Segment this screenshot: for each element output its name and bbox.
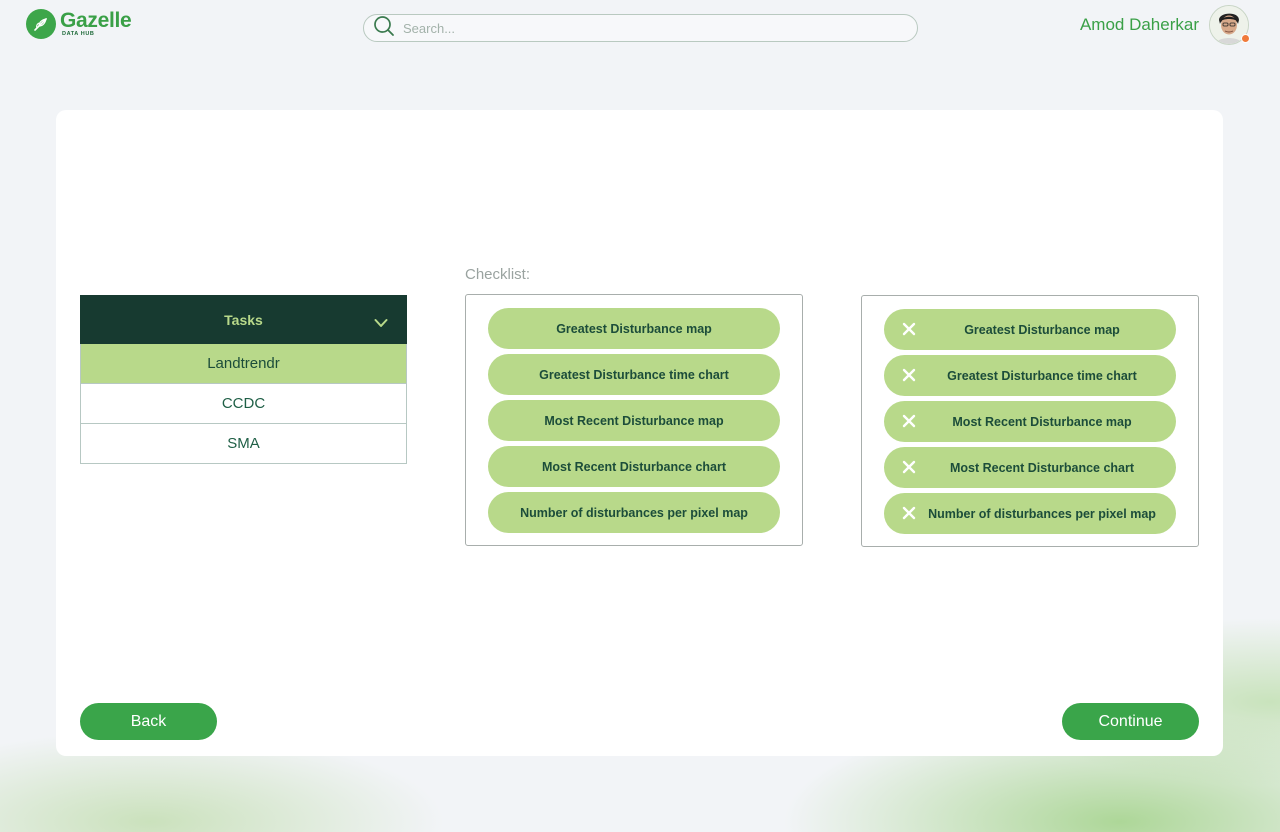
checklist-option[interactable]: Most Recent Disturbance map	[488, 400, 780, 441]
gazelle-leaf-icon	[26, 9, 56, 39]
selected-item-label: Greatest Disturbance time chart	[947, 368, 1137, 383]
tasks-header[interactable]: Tasks	[80, 295, 407, 344]
selected-item: Greatest Disturbance map	[884, 309, 1176, 350]
top-bar: Gazelle DATA HUB Amod Daherkar	[0, 0, 1280, 56]
tasks-header-label: Tasks	[224, 311, 263, 328]
user-name: Amod Daherkar	[1079, 15, 1199, 34]
task-item-landtrendr[interactable]: Landtrendr	[80, 344, 407, 384]
checklist-selected-panel: Greatest Disturbance map Greatest Distur…	[861, 295, 1199, 547]
app-subtitle: DATA HUB	[62, 31, 95, 38]
checklist-option[interactable]: Most Recent Disturbance chart	[488, 446, 780, 487]
app-name: Gazelle	[60, 9, 132, 33]
checklist-option[interactable]: Number of disturbances per pixel map	[488, 492, 780, 533]
close-icon[interactable]	[902, 506, 916, 520]
status-badge	[1241, 34, 1250, 43]
back-button[interactable]: Back	[80, 703, 217, 740]
close-icon[interactable]	[902, 414, 916, 428]
selected-item: Most Recent Disturbance chart	[884, 447, 1176, 488]
search-input[interactable]	[403, 20, 883, 36]
close-icon[interactable]	[902, 322, 916, 336]
user-menu[interactable]: Amod Daherkar	[1079, 5, 1250, 45]
avatar[interactable]	[1209, 5, 1250, 45]
selected-item-label: Most Recent Disturbance map	[952, 414, 1132, 429]
checklist-option[interactable]: Greatest Disturbance time chart	[488, 354, 780, 395]
selected-item: Most Recent Disturbance map	[884, 401, 1176, 442]
selected-item-label: Number of disturbances per pixel map	[928, 506, 1156, 521]
selected-item-label: Greatest Disturbance map	[964, 322, 1120, 337]
search-bar[interactable]	[363, 14, 918, 42]
checklist-label: Checklist:	[465, 266, 531, 283]
tasks-dropdown: Tasks Landtrendr CCDC SMA	[80, 295, 407, 464]
chevron-down-icon[interactable]	[374, 315, 388, 331]
checklist-available-panel: Greatest Disturbance map Greatest Distur…	[465, 294, 803, 546]
main-card: Tasks Landtrendr CCDC SMA Checklist: Gre…	[56, 110, 1223, 756]
search-icon	[373, 15, 395, 42]
selected-item: Number of disturbances per pixel map	[884, 493, 1176, 534]
app-logo[interactable]: Gazelle DATA HUB	[26, 9, 132, 39]
close-icon[interactable]	[902, 460, 916, 474]
continue-button[interactable]: Continue	[1062, 703, 1199, 740]
selected-item: Greatest Disturbance time chart	[884, 355, 1176, 396]
checklist-option[interactable]: Greatest Disturbance map	[488, 308, 780, 349]
selected-item-label: Most Recent Disturbance chart	[949, 460, 1135, 475]
close-icon[interactable]	[902, 368, 916, 382]
task-item-sma[interactable]: SMA	[80, 424, 407, 464]
task-item-ccdc[interactable]: CCDC	[80, 384, 407, 424]
